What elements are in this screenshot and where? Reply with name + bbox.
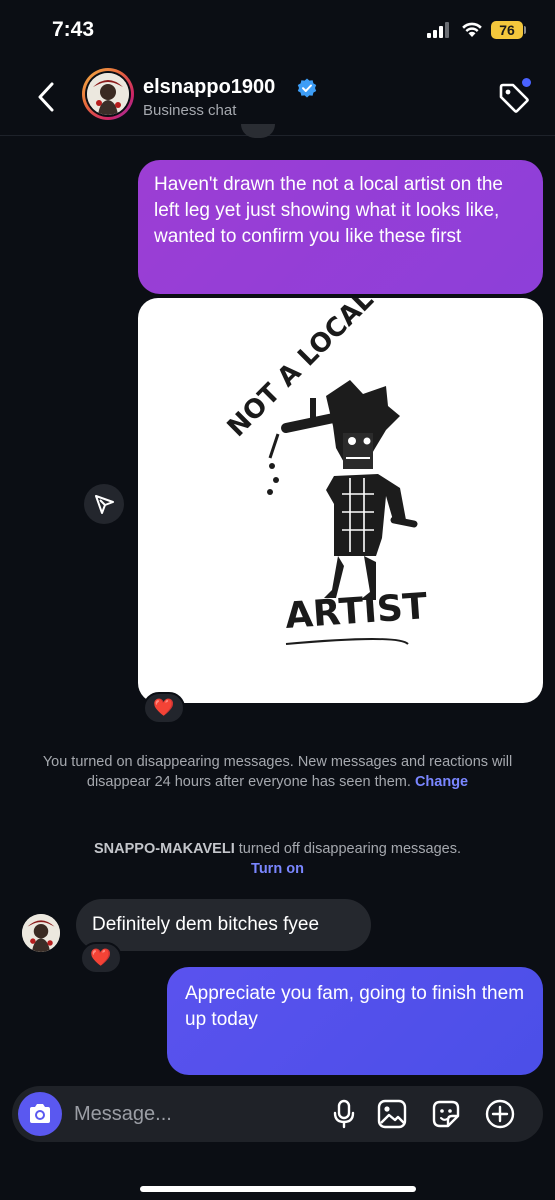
reaction-heart[interactable]: ❤️ bbox=[80, 942, 122, 974]
avatar[interactable] bbox=[82, 68, 134, 120]
back-icon[interactable] bbox=[32, 80, 62, 114]
chat-header: elsnappo1900 Business chat bbox=[0, 60, 555, 136]
camera-icon bbox=[30, 1104, 50, 1123]
contact-name[interactable]: elsnappo1900 bbox=[143, 76, 275, 99]
system-message-text: turned off disappearing messages. bbox=[238, 841, 461, 857]
home-indicator bbox=[140, 1186, 416, 1192]
artwork-image: NOT A LOCAL ARTIST bbox=[222, 298, 429, 645]
sticker-icon[interactable] bbox=[430, 1098, 462, 1130]
add-icon[interactable] bbox=[484, 1098, 516, 1130]
battery-indicator: 76 bbox=[491, 21, 523, 39]
turn-on-link[interactable]: Turn on bbox=[251, 861, 304, 877]
battery-tip bbox=[524, 26, 526, 34]
system-message-disappearing-off: SNAPPO-MAKAVELI turned off disappearing … bbox=[40, 839, 515, 879]
gallery-icon[interactable] bbox=[376, 1098, 408, 1130]
notification-dot bbox=[522, 78, 531, 87]
outgoing-message[interactable]: Haven't drawn the not a local artist on … bbox=[138, 160, 543, 294]
chat-subtitle: Business chat bbox=[143, 102, 237, 119]
status-time: 7:43 bbox=[52, 18, 95, 41]
wifi-icon bbox=[462, 22, 482, 37]
incoming-message[interactable]: Definitely dem bitches fyee bbox=[76, 899, 371, 951]
signal-icon bbox=[427, 22, 453, 38]
message-input[interactable] bbox=[74, 1100, 314, 1128]
status-bar: 7:43 76 bbox=[0, 0, 555, 60]
system-message-user: SNAPPO-MAKAVELI bbox=[94, 841, 235, 857]
image-text-bottom: ARTIST bbox=[284, 586, 429, 637]
microphone-icon[interactable] bbox=[328, 1098, 360, 1130]
system-message-disappearing-on: You turned on disappearing messages. New… bbox=[40, 752, 515, 792]
image-message[interactable]: NOT A LOCAL ARTIST bbox=[138, 298, 543, 703]
share-icon bbox=[95, 495, 114, 514]
share-button[interactable] bbox=[84, 484, 124, 524]
verified-badge-icon bbox=[297, 78, 317, 98]
outgoing-message[interactable]: Appreciate you fam, going to finish them… bbox=[167, 967, 543, 1075]
sender-avatar[interactable] bbox=[22, 914, 60, 952]
camera-button[interactable] bbox=[18, 1092, 62, 1136]
change-link[interactable]: Change bbox=[415, 774, 468, 790]
message-composer bbox=[12, 1086, 543, 1142]
reaction-heart[interactable]: ❤️ bbox=[143, 692, 185, 724]
